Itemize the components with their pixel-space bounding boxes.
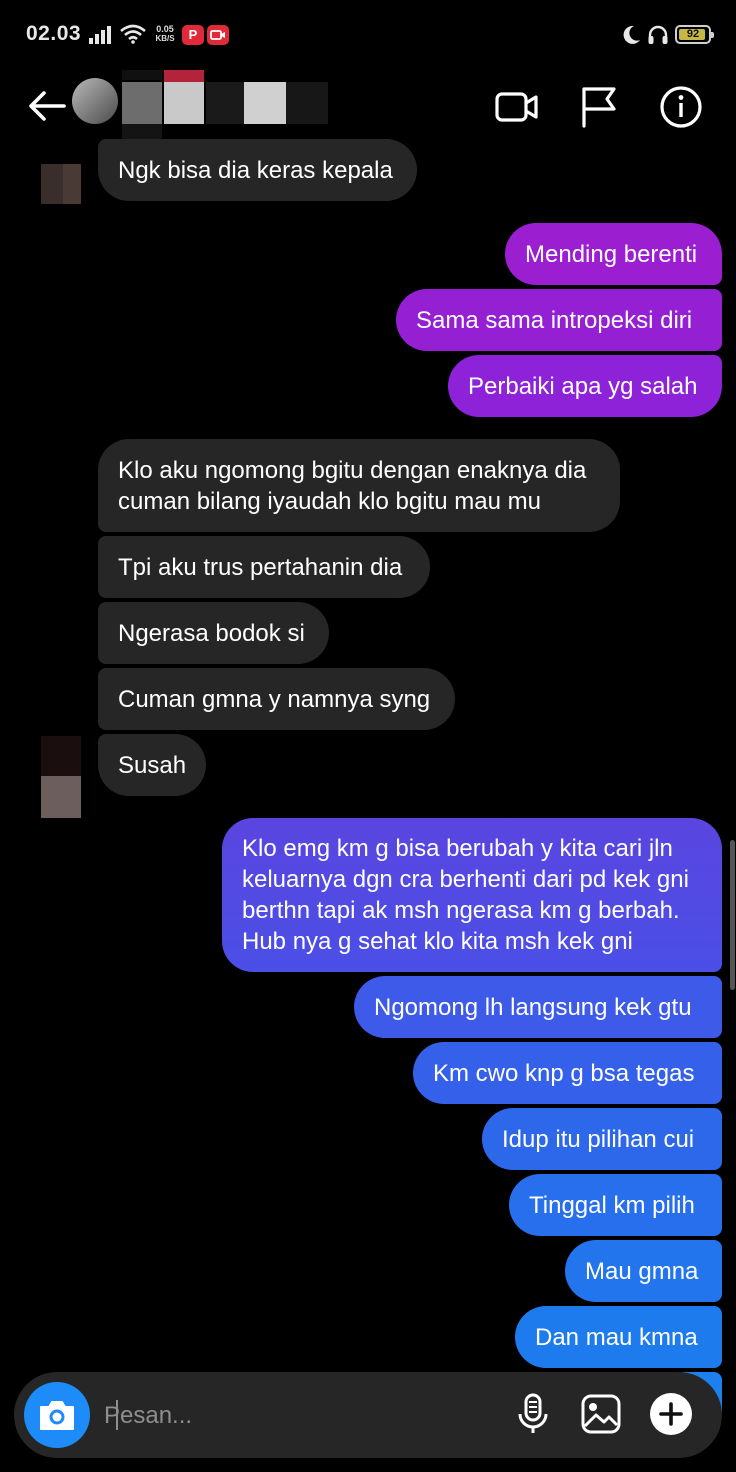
gallery-icon[interactable] <box>579 1392 623 1436</box>
message-bubble-incoming[interactable]: Ngerasa bodok si <box>98 602 329 664</box>
more-options-button[interactable] <box>650 1393 692 1435</box>
message-bubble-incoming[interactable]: Ngk bisa dia keras kepala <box>98 139 417 201</box>
message-text: Susah <box>118 751 187 779</box>
message-text: Km cwo knp g bsa tegas <box>433 1059 695 1087</box>
message-text: Ngomong lh langsung kek gtu <box>374 993 692 1021</box>
sender-avatar <box>41 736 81 818</box>
sender-avatar <box>41 164 81 204</box>
message-text: Mending berenti <box>525 240 698 268</box>
message-bubble-incoming[interactable]: Susah <box>98 734 206 796</box>
message-composer: Pesan... <box>14 1372 722 1458</box>
message-bubble-outgoing[interactable]: Km cwo knp g bsa tegas <box>413 1042 722 1104</box>
message-bubble-outgoing[interactable]: Dan mau kmna <box>515 1306 722 1368</box>
message-text: Mau gmna <box>585 1257 699 1285</box>
message-text: Dan mau kmna <box>535 1323 698 1351</box>
message-bubble-outgoing[interactable]: Ngomong lh langsung kek gtu <box>354 976 722 1038</box>
message-bubble-incoming[interactable]: Klo aku ngomong bgitu dengan enaknya dia… <box>98 439 620 532</box>
message-input[interactable]: Pesan... <box>104 1398 484 1434</box>
plus-icon <box>659 1402 683 1426</box>
message-bubble-outgoing[interactable]: Mending berenti <box>505 223 722 285</box>
message-bubble-outgoing[interactable]: Tinggal km pilih <box>509 1174 722 1236</box>
message-text: Ngerasa bodok si <box>118 619 305 647</box>
message-bubble-outgoing[interactable]: Perbaiki apa yg salah <box>448 355 722 417</box>
message-text: Perbaiki apa yg salah <box>468 372 698 400</box>
camera-icon <box>40 1401 74 1430</box>
message-text: Ngk bisa dia keras kepala <box>118 156 393 184</box>
message-bubble-incoming[interactable]: Tpi aku trus pertahanin dia <box>98 536 430 598</box>
message-text: Tinggal km pilih <box>529 1191 695 1219</box>
message-text: Tpi aku trus pertahanin dia <box>118 553 403 581</box>
message-text: Cuman gmna y namnya syng <box>118 685 431 713</box>
message-text: Klo aku ngomong bgitu dengan enaknya dia… <box>118 456 587 515</box>
scrollbar[interactable] <box>730 840 735 990</box>
message-bubble-outgoing[interactable]: Sama sama intropeksi diri <box>396 289 722 351</box>
message-text: Idup itu pilihan cui <box>502 1125 695 1153</box>
microphone-icon[interactable] <box>511 1392 555 1436</box>
message-bubble-outgoing[interactable]: Idup itu pilihan cui <box>482 1108 722 1170</box>
message-bubble-incoming[interactable]: Cuman gmna y namnya syng <box>98 668 455 730</box>
message-text: Sama sama intropeksi diri <box>416 306 693 334</box>
message-list: Ngk bisa dia keras kepala Mending berent… <box>0 0 736 1472</box>
message-bubble-outgoing[interactable]: Mau gmna <box>565 1240 722 1302</box>
message-text: Klo emg km g bisa berubah y kita cari jl… <box>242 835 689 955</box>
camera-button[interactable] <box>24 1382 90 1448</box>
message-bubble-outgoing[interactable]: Klo emg km g bisa berubah y kita cari jl… <box>222 818 722 972</box>
